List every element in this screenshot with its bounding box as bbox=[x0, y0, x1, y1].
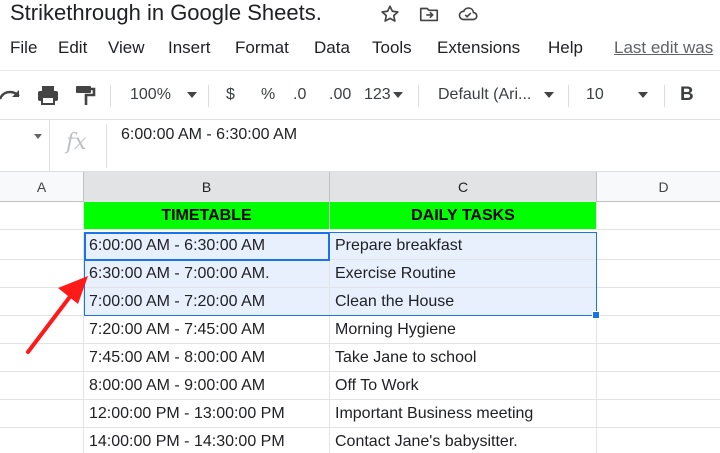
column-header-c[interactable]: C bbox=[330, 172, 597, 202]
menu-view[interactable]: View bbox=[108, 34, 145, 62]
toolbar-divider bbox=[418, 85, 419, 107]
table-row: 6:30:00 AM - 7:00:00 AM. Exercise Routin… bbox=[0, 260, 720, 288]
cell-timetable[interactable]: 8:00:00 AM - 9:00:00 AM bbox=[84, 372, 330, 400]
font-size-select[interactable]: 10 bbox=[586, 81, 648, 109]
column-header-row: A B C D bbox=[0, 172, 720, 202]
cell-a[interactable] bbox=[0, 400, 84, 428]
currency-format-button[interactable]: $ bbox=[226, 81, 235, 109]
menu-bar: File Edit View Insert Format Data Tools … bbox=[0, 34, 720, 62]
sheet-grid: TIMETABLE DAILY TASKS 6:00:00 AM - 6:30:… bbox=[0, 202, 720, 453]
cell-task[interactable]: Take Jane to school bbox=[330, 344, 597, 372]
formula-bar: fx 6:00:00 AM - 6:30:00 AM bbox=[0, 119, 720, 172]
table-row: TIMETABLE DAILY TASKS bbox=[0, 202, 720, 230]
move-to-folder-icon[interactable] bbox=[418, 3, 440, 25]
cell-task[interactable]: Prepare breakfast bbox=[330, 232, 597, 260]
table-row: 7:45:00 AM - 8:00:00 AM Take Jane to sch… bbox=[0, 344, 720, 372]
cell-d[interactable] bbox=[597, 372, 720, 400]
formula-divider bbox=[106, 124, 107, 168]
menu-edit[interactable]: Edit bbox=[58, 34, 87, 62]
more-formats-label: 123 bbox=[364, 86, 391, 103]
cell-task[interactable]: Contact Jane's babysitter. bbox=[330, 428, 597, 453]
toolbar-divider bbox=[568, 85, 569, 107]
cell-timetable[interactable]: 6:30:00 AM - 7:00:00 AM. bbox=[84, 260, 330, 288]
more-formats-select[interactable]: 123 bbox=[364, 81, 403, 109]
fill-handle[interactable] bbox=[592, 311, 600, 319]
toolbar: 100% $ % .0 .00 123 Default (Ari... 10 B bbox=[0, 70, 720, 118]
cell-a[interactable] bbox=[0, 372, 84, 400]
redo-icon[interactable] bbox=[0, 81, 22, 109]
paint-format-icon[interactable] bbox=[74, 81, 96, 109]
annotation-arrow bbox=[26, 276, 88, 354]
cell-timetable[interactable]: 7:45:00 AM - 8:00:00 AM bbox=[84, 344, 330, 372]
toolbar-divider bbox=[110, 85, 111, 107]
fx-icon: fx bbox=[66, 130, 87, 155]
cell-d[interactable] bbox=[597, 428, 720, 453]
toolbar-divider bbox=[664, 85, 665, 107]
name-box[interactable] bbox=[0, 120, 50, 172]
cell-d[interactable] bbox=[597, 202, 720, 230]
menu-insert[interactable]: Insert bbox=[168, 34, 211, 62]
star-icon[interactable] bbox=[379, 3, 401, 25]
cell-d[interactable] bbox=[597, 344, 720, 372]
column-header-b[interactable]: B bbox=[84, 172, 330, 202]
cell-timetable[interactable]: 7:00:00 AM - 7:20:00 AM bbox=[84, 288, 330, 316]
cell-timetable[interactable]: 7:20:00 AM - 7:45:00 AM bbox=[84, 316, 330, 344]
menu-format[interactable]: Format bbox=[235, 34, 289, 62]
chevron-down-icon bbox=[637, 91, 648, 98]
cell-task[interactable]: Morning Hygiene bbox=[330, 316, 597, 344]
percent-format-button[interactable]: % bbox=[261, 81, 275, 109]
increase-decimal-button[interactable]: .00 bbox=[329, 81, 351, 109]
column-header-a[interactable]: A bbox=[0, 172, 84, 202]
cell-task[interactable]: Exercise Routine bbox=[330, 260, 597, 288]
cell-daily-tasks-header[interactable]: DAILY TASKS bbox=[330, 202, 597, 230]
menu-file[interactable]: File bbox=[10, 34, 37, 62]
menu-extensions[interactable]: Extensions bbox=[437, 34, 520, 62]
zoom-value: 100% bbox=[130, 86, 171, 103]
cell-a[interactable] bbox=[0, 428, 84, 453]
decrease-decimal-button[interactable]: .0 bbox=[293, 81, 306, 109]
menu-tools[interactable]: Tools bbox=[372, 34, 412, 62]
cell-a[interactable] bbox=[0, 202, 84, 230]
chevron-down-icon bbox=[544, 91, 555, 98]
menu-data[interactable]: Data bbox=[314, 34, 350, 62]
cell-task[interactable]: Off To Work bbox=[330, 372, 597, 400]
cell-timetable[interactable]: 6:00:00 AM - 6:30:00 AM bbox=[84, 232, 330, 260]
cell-d[interactable] bbox=[597, 316, 720, 344]
formula-input[interactable]: 6:00:00 AM - 6:30:00 AM bbox=[121, 124, 297, 146]
bold-button[interactable]: B bbox=[680, 81, 694, 109]
cell-task[interactable]: Important Business meeting bbox=[330, 400, 597, 428]
chevron-down-icon bbox=[186, 91, 197, 98]
table-row: 14:00:00 PM - 14:30:00 PM Contact Jane's… bbox=[0, 428, 720, 453]
toolbar-divider bbox=[208, 85, 209, 107]
cell-task[interactable]: Clean the House bbox=[330, 288, 597, 316]
increase-decimal-label: .00 bbox=[329, 86, 352, 103]
cell-d[interactable] bbox=[597, 288, 720, 316]
table-row: 7:20:00 AM - 7:45:00 AM Morning Hygiene bbox=[0, 316, 720, 344]
table-row: 8:00:00 AM - 9:00:00 AM Off To Work bbox=[0, 372, 720, 400]
zoom-select[interactable]: 100% bbox=[130, 81, 197, 109]
chevron-down-icon[interactable] bbox=[34, 134, 42, 139]
document-title[interactable]: Strikethrough in Google Sheets. bbox=[10, 0, 322, 26]
cell-d[interactable] bbox=[597, 232, 720, 260]
column-header-d[interactable]: D bbox=[597, 172, 720, 202]
print-icon[interactable] bbox=[36, 81, 60, 109]
cell-timetable[interactable]: 12:00:00 PM - 13:00:00 PM bbox=[84, 400, 330, 428]
font-size-value: 10 bbox=[586, 86, 604, 103]
table-row: 7:00:00 AM - 7:20:00 AM Clean the House bbox=[0, 288, 720, 316]
table-row: 6:00:00 AM - 6:30:00 AM Prepare breakfas… bbox=[0, 232, 720, 260]
cell-timetable-header[interactable]: TIMETABLE bbox=[84, 202, 330, 230]
title-bar: Strikethrough in Google Sheets. bbox=[0, 0, 720, 30]
cell-a[interactable] bbox=[0, 232, 84, 260]
menu-help[interactable]: Help bbox=[548, 34, 583, 62]
cloud-saved-icon[interactable] bbox=[457, 3, 479, 25]
cell-d[interactable] bbox=[597, 260, 720, 288]
chevron-down-icon bbox=[392, 91, 403, 98]
font-family-select[interactable]: Default (Ari... bbox=[438, 81, 555, 109]
last-edit-link[interactable]: Last edit was bbox=[614, 34, 713, 62]
cell-timetable[interactable]: 14:00:00 PM - 14:30:00 PM bbox=[84, 428, 330, 453]
table-row: 12:00:00 PM - 13:00:00 PM Important Busi… bbox=[0, 400, 720, 428]
cell-d[interactable] bbox=[597, 400, 720, 428]
font-family-value: Default (Ari... bbox=[438, 86, 532, 103]
decrease-decimal-label: .0 bbox=[293, 86, 307, 103]
